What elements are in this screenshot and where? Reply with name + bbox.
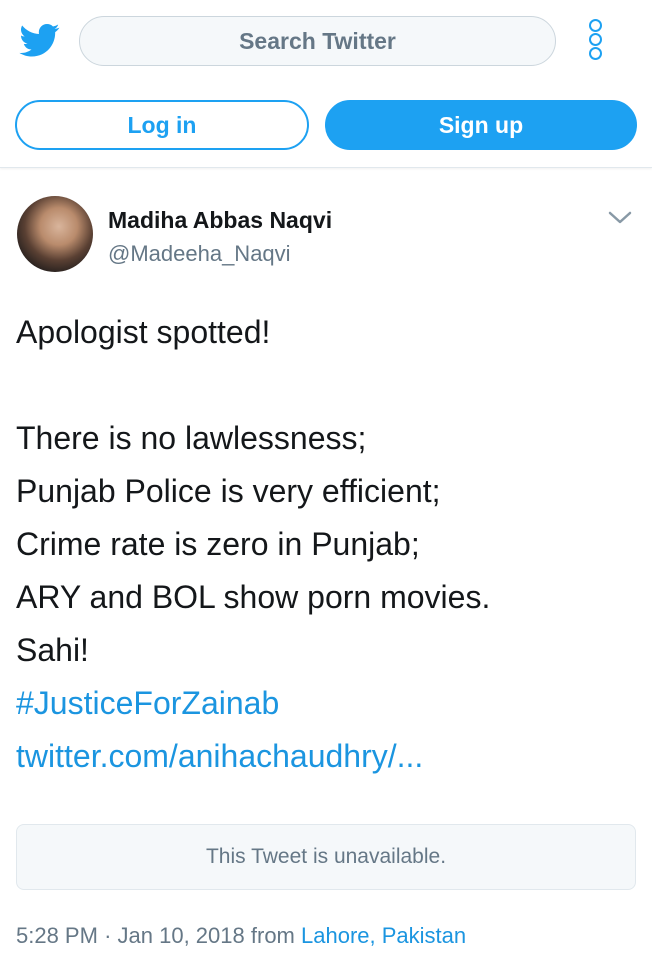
hashtag-link[interactable]: #JusticeForZainab: [16, 677, 636, 730]
tweet-date[interactable]: Jan 10, 2018: [118, 923, 245, 948]
tweet-time[interactable]: 5:28 PM: [16, 923, 98, 948]
login-button[interactable]: Log in: [15, 100, 309, 150]
tweet-line: Punjab Police is very efficient;: [16, 473, 441, 509]
tweet-line: Apologist spotted!: [16, 314, 271, 350]
tweet-metadata: 5:28 PM · Jan 10, 2018 from Lahore, Paki…: [16, 923, 466, 949]
tweet-line: Crime rate is zero in Punjab;: [16, 526, 420, 562]
top-navigation-bar: Search Twitter Log in Sign up: [0, 0, 652, 168]
tweet-line: ARY and BOL show porn movies.: [16, 579, 491, 615]
signup-button[interactable]: Sign up: [325, 100, 637, 150]
quoted-tweet-card[interactable]: This Tweet is unavailable.: [16, 824, 636, 890]
from-label: from: [250, 923, 295, 948]
tweet-text: Apologist spotted! There is no lawlessne…: [16, 306, 636, 783]
location-link[interactable]: Lahore, Pakistan: [301, 923, 466, 948]
twitter-bird-icon[interactable]: [18, 20, 62, 60]
tweet-line: There is no lawlessness;: [16, 420, 367, 456]
avatar[interactable]: [17, 196, 93, 272]
author-handle[interactable]: @Madeeha_Naqvi: [108, 241, 291, 267]
author-name[interactable]: Madiha Abbas Naqvi: [108, 207, 332, 234]
url-link[interactable]: twitter.com/anihachaudhry/...: [16, 730, 636, 783]
more-options-icon[interactable]: [586, 18, 606, 62]
quoted-tweet-unavailable-text: This Tweet is unavailable.: [205, 845, 447, 868]
chevron-down-icon[interactable]: [606, 208, 634, 228]
meta-separator: ·: [104, 923, 112, 948]
search-input[interactable]: Search Twitter: [79, 16, 556, 66]
tweet-line: Sahi!: [16, 632, 89, 668]
